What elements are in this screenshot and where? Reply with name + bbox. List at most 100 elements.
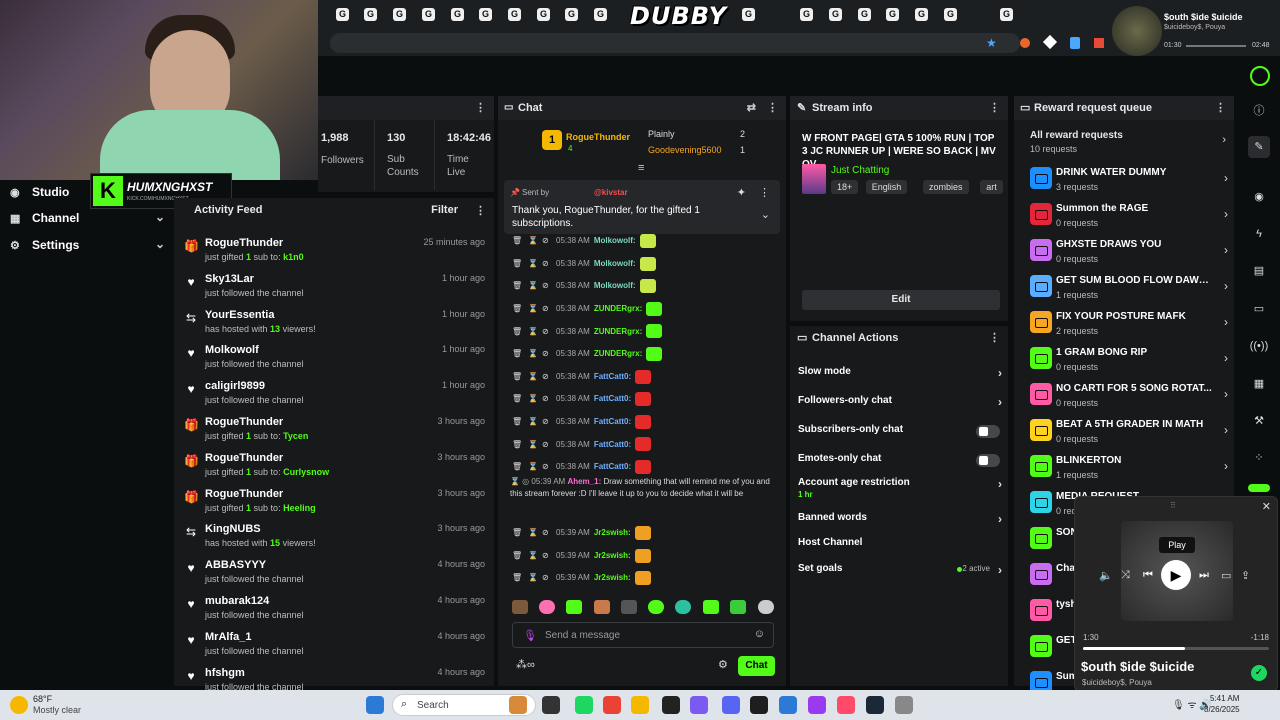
chat-username[interactable]: ZUNDERgrx: [594,304,642,313]
channel-action-host-channel[interactable]: Host Channel [798,537,1002,557]
chat-send-button[interactable]: Chat [738,656,775,676]
chat-username[interactable]: FattCatt0: [594,372,631,381]
chat-username[interactable]: Molkowolf: [594,236,636,245]
pencil-icon[interactable]: ✎ [1248,136,1270,158]
kebab-menu-icon[interactable]: ⋮ [759,186,770,199]
kebab-menu-icon[interactable]: ⋮ [767,101,778,114]
channel-action-emotes-only-chat[interactable]: Emotes-only chat [798,453,1002,473]
timeout-icon[interactable]: ⌛ [528,259,538,268]
volume-icon[interactable]: 🔈 [1099,569,1113,582]
feed-username[interactable]: Molkowolf [205,344,259,356]
camera-icon[interactable]: ◉ [1248,186,1270,208]
toggle-switch[interactable] [976,425,1000,438]
stream-tag[interactable]: 18+ [831,180,859,194]
ban-icon[interactable]: ⊘ [542,281,552,290]
ban-icon[interactable]: ⊘ [542,372,552,381]
play-button[interactable]: ▶ [1161,560,1191,590]
timeout-icon[interactable]: ⌛ [528,440,538,449]
ban-icon[interactable]: ⊘ [542,327,552,336]
reward-item[interactable]: GHXSTE DRAWS YOU 0 requests › [1028,237,1228,271]
bookmark-tab-icon[interactable]: G [1000,8,1013,21]
bookmark-tab-icon[interactable]: G [393,8,406,21]
close-icon[interactable]: ✕ [1262,500,1271,513]
emote-icon[interactable] [539,600,555,614]
feed-username[interactable]: YourEssentia [205,309,275,321]
lightning-icon[interactable]: ϟ [1248,223,1270,245]
chat-username[interactable]: FattCatt0: [594,417,631,426]
delete-icon[interactable]: 🗑 [512,236,522,245]
bookmark-tab-icon[interactable]: G [364,8,377,21]
sidebar-item-channel[interactable]: ▦ Channel ⌄ [10,209,165,229]
emote-icon[interactable] [621,600,637,614]
bookmark-tab-icon[interactable]: G [800,8,813,21]
popout-icon[interactable]: ⇄ [747,101,756,114]
feed-username[interactable]: RogueThunder [205,488,283,500]
ban-icon[interactable]: ⊘ [542,349,552,358]
ban-icon[interactable]: ⊘ [542,236,552,245]
delete-icon[interactable]: 🗑 [512,440,522,449]
extension-icon[interactable] [1094,38,1104,48]
accent-tool-icon[interactable] [1248,484,1270,492]
info-icon[interactable]: ⓘ [1248,100,1270,122]
bookmark-tab-icon[interactable]: G [915,8,928,21]
feed-item[interactable]: ♥ Sky13Lar just followed the channel 1 hour… [174,268,494,304]
dashboard-icon[interactable]: ▦ [1248,373,1270,395]
bookmark-star-icon[interactable]: ★ [986,36,997,50]
feed-item[interactable]: ♥ caligirl9899 just followed the channel 1 … [174,375,494,411]
feed-username[interactable]: RogueThunder [205,237,283,249]
ban-icon[interactable]: ⊘ [542,462,552,471]
edit-stream-button[interactable]: Edit [802,290,1000,310]
reward-item[interactable]: BEAT A 5TH GRADER IN MATH 0 requests › [1028,417,1228,451]
drag-handle-icon[interactable]: ⠿ [1170,501,1176,510]
kebab-menu-icon[interactable]: ⋮ [475,204,486,217]
chat-username[interactable]: FattCatt0: [594,462,631,471]
feed-username[interactable]: hfshgm [205,667,245,679]
taskbar-app-icon[interactable] [750,696,768,714]
feed-username[interactable]: RogueThunder [205,416,283,428]
microphone-icon[interactable]: 🎙 [523,629,537,642]
stream-category[interactable]: Just Chatting [831,165,889,176]
channel-action-set-goals[interactable]: Set goals 2 active › [798,563,1002,583]
bookmark-tab-icon[interactable]: G [479,8,492,21]
timeout-icon[interactable]: ⌛ [528,417,538,426]
leaderboard-second-name[interactable]: Plainly [648,129,675,139]
feed-item[interactable]: 🎁 RogueThunder just gifted 1 sub to: Curly… [174,447,494,483]
delete-icon[interactable]: 🗑 [512,327,522,336]
delete-icon[interactable]: 🗑 [512,551,522,560]
bookmark-tab-icon[interactable]: G [565,8,578,21]
chat-username[interactable]: Jr2swish: [594,528,631,537]
reward-item[interactable]: BLINKERTON 1 requests › [1028,453,1228,487]
timeout-icon[interactable]: ⌛ [528,372,538,381]
delete-icon[interactable]: 🗑 [512,259,522,268]
delete-icon[interactable]: 🗑 [512,528,522,537]
bookmark-tab-icon[interactable]: G [451,8,464,21]
document-icon[interactable]: ▤ [1248,260,1270,282]
kebab-menu-icon[interactable]: ⋮ [989,101,1000,114]
taskbar-app-icon[interactable] [779,696,797,714]
feed-item[interactable]: 🎁 RogueThunder just gifted 1 sub to: Tycen… [174,411,494,447]
delete-icon[interactable]: 🗑 [512,372,522,381]
chat-username[interactable]: FattCatt0: [594,394,631,403]
reward-item[interactable]: FIX YOUR POSTURE MAFK 2 requests › [1028,309,1228,343]
timeout-icon[interactable]: ⌛ [528,349,538,358]
feed-username[interactable]: MrAlfa_1 [205,631,251,643]
profile-avatar[interactable] [1250,66,1270,86]
bookmark-tab-icon[interactable]: G [858,8,871,21]
shuffle-icon[interactable]: ⤨ [1121,569,1130,582]
timeout-icon[interactable]: ⌛ [528,304,538,313]
taskbar-app-icon[interactable] [866,696,884,714]
ban-icon[interactable]: ⊘ [542,551,552,560]
reward-item[interactable]: DRINK WATER DUMMY 3 requests › [1028,165,1228,199]
feed-item[interactable]: ♥ mubarak124 just followed the channel 4 ho… [174,590,494,626]
feed-username[interactable]: ABBASYYY [205,559,266,571]
stream-tag[interactable]: art [980,180,1003,194]
reward-item[interactable]: 1 GRAM BONG RIP 0 requests › [1028,345,1228,379]
weather-icon[interactable] [10,696,28,714]
chat-input[interactable]: 🎙 Send a message ☺ [512,622,774,648]
feed-item[interactable]: ⇆ KingNUBS has hosted with 15 viewers! 3 ho… [174,518,494,554]
ban-icon[interactable]: ⊘ [542,394,552,403]
emote-icon[interactable] [566,600,582,614]
chat-username[interactable]: Jr2swish: [594,551,631,560]
sidebar-item-settings[interactable]: ⚙ Settings ⌄ [10,236,165,256]
start-icon[interactable] [366,696,384,714]
